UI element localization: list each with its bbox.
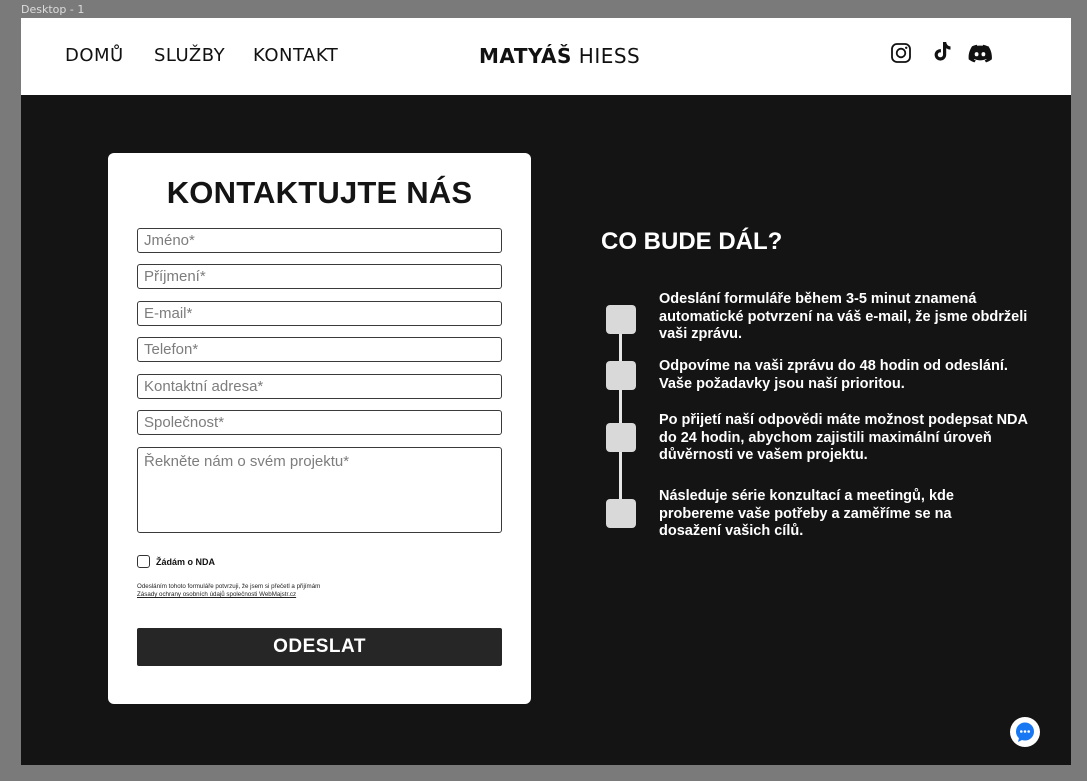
address-input[interactable] <box>137 374 502 399</box>
timeline-step-text: Následuje série konzultací a meetingů, k… <box>659 488 954 539</box>
nda-checkbox[interactable] <box>137 555 150 568</box>
timeline-step-marker <box>606 305 636 334</box>
discord-icon[interactable] <box>968 42 992 64</box>
nav-home-link[interactable]: DOMŮ <box>65 45 124 66</box>
instagram-icon[interactable] <box>890 42 912 64</box>
timeline-step-text: Odeslání formuláře během 3-5 minut zname… <box>659 291 1028 342</box>
chat-button[interactable] <box>1010 717 1040 747</box>
nav-contact-link[interactable]: KONTAKT <box>253 45 338 66</box>
tiktok-icon[interactable] <box>931 40 953 62</box>
chat-bubble-icon <box>1016 722 1034 742</box>
timeline-step-text: Po přijetí naší odpovědi máte možnost po… <box>659 412 1028 463</box>
timeline-line <box>619 318 622 514</box>
email-input[interactable] <box>137 301 502 326</box>
next-steps-title: CO BUDE DÁL? <box>601 228 783 255</box>
submit-button[interactable]: ODESLAT <box>137 628 502 666</box>
privacy-notice-text: Odesláním tohoto formuláře potvrzuji, že… <box>137 583 321 590</box>
site-header: DOMŮ SLUŽBY KONTAKT MATYÁŠ HIESS <box>21 18 1071 95</box>
company-input[interactable] <box>137 410 502 435</box>
frame-label: Desktop - 1 <box>21 3 85 16</box>
timeline-step-marker <box>606 423 636 452</box>
timeline-step-marker <box>606 361 636 390</box>
nda-label: Žádám o NDA <box>156 557 216 567</box>
privacy-notice: Odesláním tohoto formuláře potvrzuji, že… <box>137 583 437 599</box>
nav-services-link[interactable]: SLUŽBY <box>154 45 225 66</box>
timeline-step-text: Odpovíme na vaši zprávu do 48 hodin od o… <box>659 358 1008 392</box>
brand-logo[interactable]: MATYÁŠ HIESS <box>479 44 640 68</box>
first-name-input[interactable] <box>137 228 502 253</box>
form-title: KONTAKTUJTE NÁS <box>166 175 473 210</box>
desktop-frame: DOMŮ SLUŽBY KONTAKT MATYÁŠ HIESS KONTAKT… <box>21 18 1071 765</box>
phone-input[interactable] <box>137 337 502 362</box>
timeline-step-marker <box>606 499 636 528</box>
brand-first-name: MATYÁŠ <box>479 44 572 68</box>
brand-last-name: HIESS <box>578 44 641 68</box>
last-name-input[interactable] <box>137 264 502 289</box>
contact-form-card: KONTAKTUJTE NÁS Žádám o NDA Odesláním to… <box>108 153 531 704</box>
project-textarea[interactable] <box>137 447 502 533</box>
privacy-policy-link[interactable]: Zásady ochrany osobních údajů společnost… <box>137 591 437 599</box>
